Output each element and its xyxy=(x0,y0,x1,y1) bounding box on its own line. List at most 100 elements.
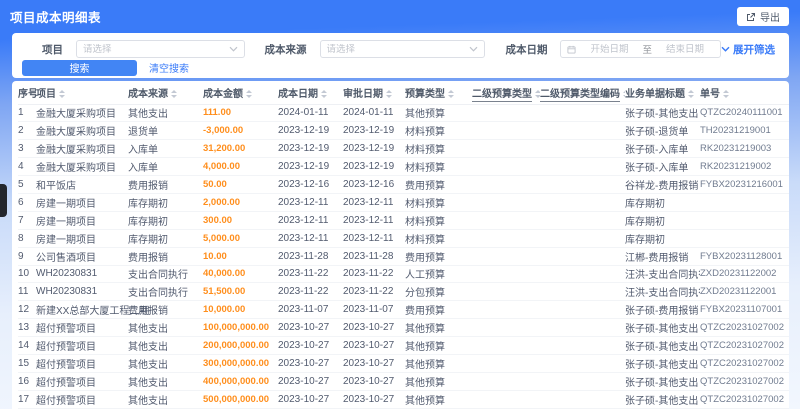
table-cell xyxy=(472,193,540,212)
table-cell: 7 xyxy=(18,211,36,230)
table-cell: 2023-12-19 xyxy=(278,121,343,141)
table-cell: 支出合同执行 xyxy=(128,282,203,302)
project-select[interactable] xyxy=(76,40,245,58)
table-cell: 金融大厦采购项目 xyxy=(36,121,128,141)
table-cell: QTZC20231027002 xyxy=(700,372,789,391)
table-row: 6 房建一期项目 库存期初 2,000.00 2023-12-11 2023-12-11 材… xyxy=(18,193,789,212)
table-cell: 金融大厦采购项目 xyxy=(36,157,128,177)
sort-icon[interactable] xyxy=(448,90,454,98)
table-cell xyxy=(700,193,789,212)
table-cell: 材料预算 xyxy=(405,229,472,248)
table-row: 8 房建一期项目 库存期初 5,000.00 2023-12-11 2023-12-11 材… xyxy=(18,229,789,248)
sort-icon[interactable] xyxy=(321,90,327,98)
table-cell xyxy=(700,229,789,248)
table-cell xyxy=(540,390,625,409)
table-cell: 库存期初 xyxy=(625,229,700,248)
column-header-1[interactable]: 序号 xyxy=(18,81,36,105)
table-cell: 6 xyxy=(18,193,36,212)
table-cell: WH20230831 xyxy=(36,265,128,284)
table-cell: 2023-10-27 xyxy=(343,336,405,355)
table-cell: 张子硕-其他支出 xyxy=(625,104,700,123)
table-cell: TH20231219001 xyxy=(700,121,789,141)
sort-icon[interactable] xyxy=(59,90,65,98)
column-header-2[interactable]: 项目 xyxy=(36,81,128,105)
project-select-input[interactable] xyxy=(83,43,229,55)
table-cell xyxy=(540,354,625,373)
table-cell: 100,000,000.00 xyxy=(203,318,278,338)
table-cell: 汪洪-支出合同执行 xyxy=(625,282,700,302)
chevron-down-icon xyxy=(721,46,730,52)
sort-icon[interactable] xyxy=(723,90,729,98)
table-cell xyxy=(540,265,625,284)
table-row: 13 超付预警项目 其他支出 100,000,000.00 2023-10-27 2023… xyxy=(18,318,789,338)
table-cell xyxy=(540,318,625,338)
sort-icon[interactable] xyxy=(386,90,392,98)
table-cell: 库存期初 xyxy=(128,211,203,230)
table-cell: 汪洪-支出合同执行 xyxy=(625,265,700,284)
table-row: 3 金融大厦采购项目 入库单 31,200.00 2023-12-19 2023-12-1… xyxy=(18,139,789,159)
column-header-4[interactable]: 成本金额 xyxy=(203,81,278,105)
table-cell: -3,000.00 xyxy=(203,121,278,141)
table-cell: 2023-10-27 xyxy=(278,372,343,391)
column-header-10[interactable]: 业务单据标题 xyxy=(625,81,700,105)
table-cell: 人工预算 xyxy=(405,265,472,284)
column-header-11[interactable]: 单号 xyxy=(700,81,789,105)
table-cell: 张子硕-入库单 xyxy=(625,139,700,159)
top-banner: 项目成本明细表 导出 xyxy=(0,0,800,33)
table-cell: 2023-12-11 xyxy=(278,193,343,212)
expand-filter-link[interactable]: 展开筛选 xyxy=(721,42,775,57)
table-cell xyxy=(540,372,625,391)
end-date-input[interactable] xyxy=(656,43,714,55)
table-cell: 费用报销 xyxy=(128,175,203,194)
search-button[interactable]: 搜索 xyxy=(22,59,137,76)
table-cell: 超付预警项目 xyxy=(36,372,128,391)
column-header-label: 预算类型 xyxy=(405,88,445,100)
start-date-input[interactable] xyxy=(580,43,639,55)
export-button[interactable]: 导出 xyxy=(737,7,789,26)
table-cell: 2023-10-27 xyxy=(278,354,343,373)
table-cell: 12 xyxy=(18,300,36,320)
table-cell: 2 xyxy=(18,121,36,141)
table-cell xyxy=(472,247,540,266)
table-cell: 库存期初 xyxy=(128,229,203,248)
source-select-input[interactable] xyxy=(326,43,470,55)
table-cell xyxy=(540,211,625,230)
table-cell: 张子硕-退货单 xyxy=(625,121,700,141)
source-select[interactable] xyxy=(319,40,486,58)
sort-icon[interactable] xyxy=(171,90,177,98)
table-cell: 费用预算 xyxy=(405,247,472,266)
table-cell: 2023-12-19 xyxy=(278,139,343,159)
table-cell: 2023-10-27 xyxy=(278,318,343,338)
clear-search-link[interactable]: 清空搜索 xyxy=(149,60,189,75)
column-header-label: 成本金额 xyxy=(203,88,243,100)
column-header-9[interactable]: 二级预算类型编码 xyxy=(540,81,625,105)
table-cell: 退货单 xyxy=(128,121,203,141)
table-cell: 2023-11-28 xyxy=(343,247,405,266)
table-row: 14 超付预警项目 其他支出 200,000,000.00 2023-10-27 2023… xyxy=(18,336,789,355)
sort-icon[interactable] xyxy=(688,90,694,98)
drawer-handle[interactable] xyxy=(0,184,7,217)
table-cell: 张子硕-其他支出 xyxy=(625,354,700,373)
table-cell xyxy=(540,300,625,320)
page-title: 项目成本明细表 xyxy=(10,11,102,25)
table-cell: 400,000,000.00 xyxy=(203,372,278,391)
table-cell: 40,000.00 xyxy=(203,265,278,284)
table-cell: WH20230831 xyxy=(36,282,128,302)
column-header-3[interactable]: 成本来源 xyxy=(128,81,203,105)
table-cell: 其他支出 xyxy=(128,318,203,338)
table-cell: 5 xyxy=(18,175,36,194)
table-cell: 公司售酒项目 xyxy=(36,247,128,266)
column-header-6[interactable]: 审批日期 xyxy=(343,81,405,105)
table-cell xyxy=(472,265,540,284)
date-range-picker[interactable]: 至 xyxy=(560,40,721,58)
table-cell: 10.00 xyxy=(203,247,278,266)
table-cell: 2023-12-11 xyxy=(278,229,343,248)
column-header-8[interactable]: 二级预算类型 xyxy=(472,81,540,105)
sort-icon[interactable] xyxy=(246,90,252,98)
column-header-5[interactable]: 成本日期 xyxy=(278,81,343,105)
table-cell xyxy=(472,211,540,230)
export-icon xyxy=(746,12,756,22)
table-cell: 其他支出 xyxy=(128,354,203,373)
column-header-7[interactable]: 预算类型 xyxy=(405,81,472,105)
table-row: 1 金融大厦采购项目 其他支出 111.00 2024-01-11 2024-01-11 其… xyxy=(18,104,789,123)
